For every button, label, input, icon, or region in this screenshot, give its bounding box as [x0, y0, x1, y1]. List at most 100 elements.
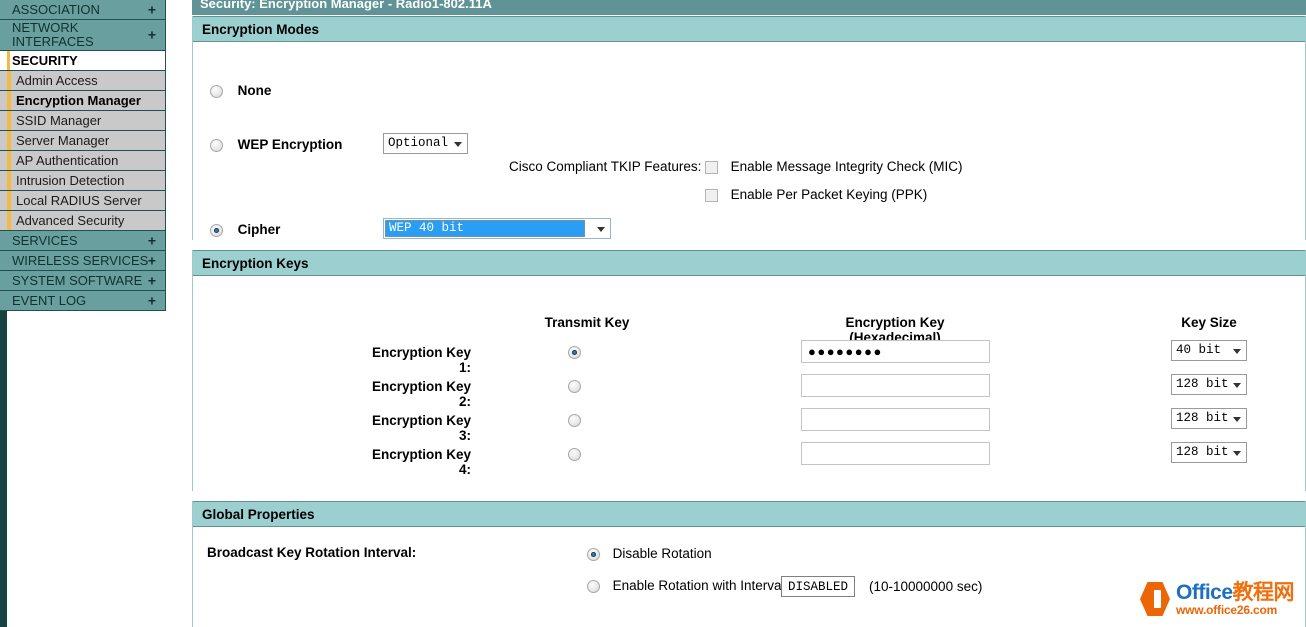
sidebar-accent: [7, 171, 11, 190]
key-size-select-4[interactable]: 128 bit: [1171, 442, 1247, 463]
sidebar-item-encryption-manager[interactable]: Encryption Manager: [0, 91, 166, 111]
ppk-label: Enable Per Packet Keying (PPK): [731, 187, 928, 202]
cipher-radio[interactable]: [210, 224, 223, 237]
mode-cipher-row[interactable]: Cipher: [210, 222, 280, 237]
global-properties-panel: Global Properties Broadcast Key Rotation…: [192, 501, 1306, 627]
main-content: Security: Encryption Manager - Radio1-80…: [192, 0, 1306, 627]
expand-icon[interactable]: +: [148, 2, 156, 17]
table-row-label: Encryption Key 4:: [359, 447, 471, 477]
sidebar-item-label: Advanced Security: [16, 213, 124, 228]
sidebar-group-network-interfaces[interactable]: NETWORK INTERFACES +: [0, 20, 166, 51]
sidebar-accent: [7, 231, 10, 250]
sidebar-item-label: AP Authentication: [16, 153, 118, 168]
sidebar-item-intrusion-detection[interactable]: Intrusion Detection: [0, 171, 166, 191]
sidebar-item-advanced-security[interactable]: Advanced Security: [0, 211, 166, 231]
sidebar-group-services[interactable]: SERVICES +: [0, 231, 166, 251]
key-size-select-3[interactable]: 128 bit: [1171, 408, 1247, 429]
enable-rotation-row[interactable]: Enable Rotation with Interval:: [587, 578, 788, 593]
expand-icon[interactable]: +: [148, 28, 156, 43]
sidebar-group-label: WIRELESS SERVICES: [12, 253, 148, 268]
sidebar-accent: [7, 131, 11, 150]
sidebar-group-system-software[interactable]: SYSTEM SOFTWARE +: [0, 271, 166, 291]
tkip-mic-row[interactable]: Enable Message Integrity Check (MIC): [705, 159, 962, 174]
sidebar-item-ap-authentication[interactable]: AP Authentication: [0, 151, 166, 171]
cipher-label: Cipher: [238, 222, 281, 237]
none-radio[interactable]: [210, 85, 223, 98]
mic-checkbox[interactable]: [705, 161, 718, 174]
key-size-select-value-4: 128 bit: [1176, 445, 1229, 459]
transmit-key-radio-4[interactable]: [568, 446, 581, 461]
sidebar-section-security[interactable]: SECURITY: [0, 51, 166, 71]
sidebar-nav: ASSOCIATION + NETWORK INTERFACES + SECUR…: [0, 0, 166, 311]
rotation-interval-hint: (10-10000000 sec): [869, 579, 982, 594]
sidebar-item-label: Encryption Manager: [16, 93, 141, 108]
global-properties-header: Global Properties: [193, 501, 1305, 527]
sidebar-group-label: SERVICES: [12, 233, 78, 248]
enable-rotation-radio[interactable]: [587, 580, 600, 593]
key-size-select-value-2: 128 bit: [1176, 377, 1229, 391]
encryption-key-field-4[interactable]: [801, 442, 990, 465]
rotation-interval-field[interactable]: [781, 576, 855, 597]
sidebar-group-label: NETWORK INTERFACES: [12, 21, 132, 49]
encryption-key-field-1[interactable]: [801, 340, 990, 363]
sidebar-group-event-log[interactable]: EVENT LOG +: [0, 291, 166, 311]
key-size-select-value-1: 40 bit: [1176, 343, 1221, 357]
wep-mode-select-value: Optional: [388, 136, 448, 150]
wep-radio[interactable]: [210, 139, 223, 152]
encryption-keys-header: Encryption Keys: [193, 250, 1305, 276]
transmit-key-radio-2[interactable]: [568, 378, 581, 393]
transmit-key-radio-1[interactable]: [568, 344, 581, 359]
sidebar-accent: [7, 151, 11, 170]
expand-icon[interactable]: +: [148, 293, 156, 308]
enable-rotation-label: Enable Rotation with Interval:: [613, 578, 789, 593]
watermark-text: Office教程网 www.office26.com: [1176, 582, 1294, 616]
sidebar-item-local-radius-server[interactable]: Local RADIUS Server: [0, 191, 166, 211]
sidebar-accent: [7, 111, 11, 130]
radio-glyph: [568, 414, 581, 427]
sidebar-accent: [7, 271, 10, 290]
disable-rotation-row[interactable]: Disable Rotation: [587, 546, 712, 561]
page-title: Security: Encryption Manager - Radio1-80…: [192, 0, 1306, 15]
sidebar-group-wireless-services[interactable]: WIRELESS SERVICES +: [0, 251, 166, 271]
expand-icon[interactable]: +: [148, 253, 156, 268]
sidebar-accent: [7, 0, 10, 19]
encryption-modes-body: None WEP Encryption Optional Cisco Compl…: [193, 42, 1305, 240]
sidebar-item-ssid-manager[interactable]: SSID Manager: [0, 111, 166, 131]
transmit-key-radio-3[interactable]: [568, 412, 581, 427]
chevron-down-icon: [454, 142, 462, 147]
cipher-select[interactable]: WEP 40 bit: [383, 218, 611, 239]
sidebar-item-server-manager[interactable]: Server Manager: [0, 131, 166, 151]
sidebar-accent-active: [7, 51, 10, 70]
key-size-select-2[interactable]: 128 bit: [1171, 374, 1247, 395]
sidebar-item-admin-access[interactable]: Admin Access: [0, 71, 166, 91]
mode-none-row[interactable]: None: [210, 83, 271, 98]
table-row-label: Encryption Key 1:: [359, 345, 471, 375]
watermark-brand: Office教程网: [1176, 582, 1294, 603]
tkip-ppk-row[interactable]: Enable Per Packet Keying (PPK): [705, 187, 927, 202]
encryption-modes-panel: Encryption Modes None WEP Encryption Opt…: [192, 16, 1306, 240]
sidebar-accent: [7, 91, 11, 110]
wep-mode-select[interactable]: Optional: [383, 133, 468, 154]
chevron-down-icon: [597, 227, 605, 232]
key-size-select-1[interactable]: 40 bit: [1171, 340, 1247, 361]
expand-icon[interactable]: +: [148, 233, 156, 248]
encryption-key-field-3[interactable]: [801, 408, 990, 431]
ppk-checkbox[interactable]: [705, 189, 718, 202]
sidebar-item-label: SSID Manager: [16, 113, 101, 128]
col-key-size: Key Size: [1171, 315, 1247, 330]
sidebar-accent: [7, 251, 10, 270]
encryption-key-field-2[interactable]: [801, 374, 990, 397]
watermark-url: www.office26.com: [1176, 604, 1294, 616]
sidebar-item-label: Admin Access: [16, 73, 98, 88]
sidebar-group-label: SYSTEM SOFTWARE: [12, 273, 142, 288]
page-title-text: Security: Encryption Manager - Radio1-80…: [200, 0, 492, 11]
mode-wep-row[interactable]: WEP Encryption: [210, 137, 342, 152]
sidebar-group-label: EVENT LOG: [12, 293, 86, 308]
expand-icon[interactable]: +: [148, 273, 156, 288]
sidebar-accent: [7, 71, 11, 90]
encryption-keys-panel: Encryption Keys Transmit Key Encryption …: [192, 250, 1306, 491]
sidebar-group-association[interactable]: ASSOCIATION +: [0, 0, 166, 20]
disable-rotation-radio[interactable]: [587, 548, 600, 561]
sidebar-accent: [7, 20, 10, 50]
tkip-features-label: Cisco Compliant TKIP Features:: [509, 159, 701, 174]
